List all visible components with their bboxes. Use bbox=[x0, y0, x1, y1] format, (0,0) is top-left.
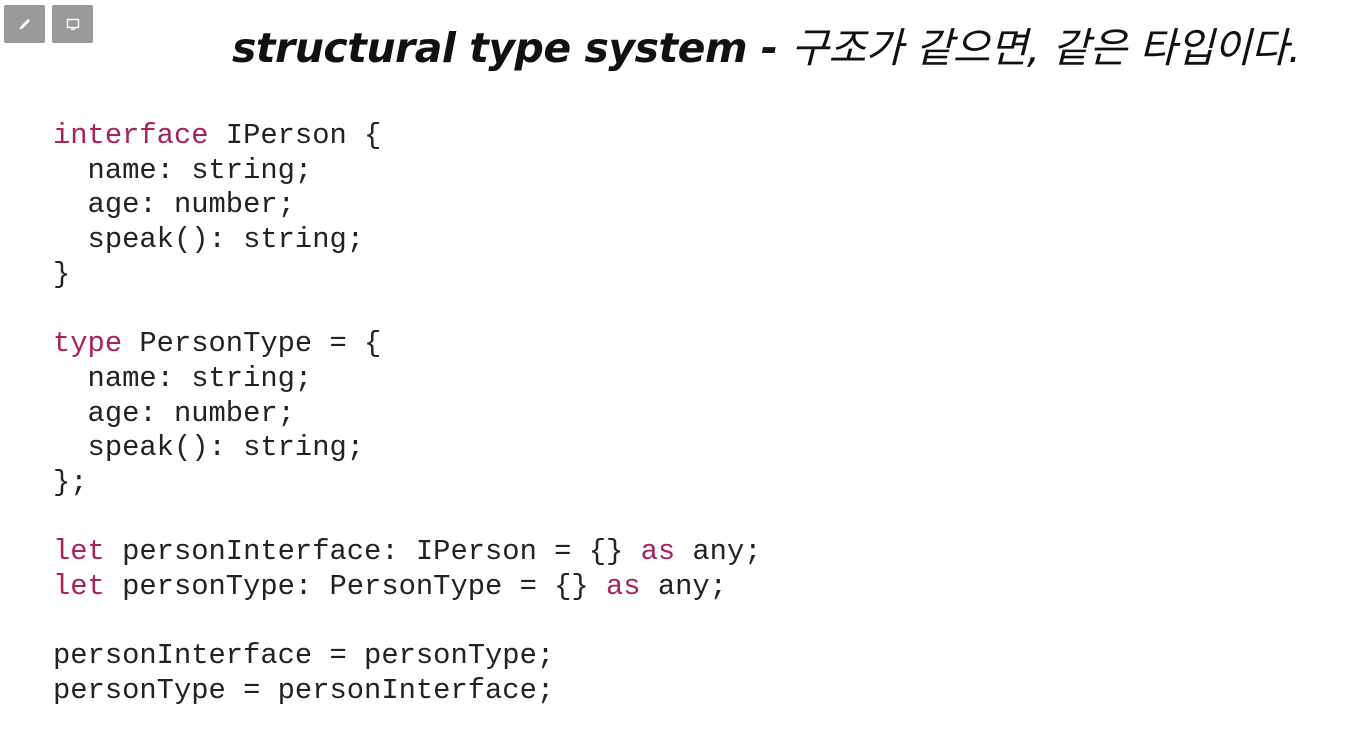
slide-title-english: structural type system - bbox=[232, 24, 792, 72]
screen-view-button[interactable] bbox=[52, 5, 93, 43]
code-line: type PersonType = { bbox=[53, 327, 762, 362]
code-line: let personType: PersonType = {} as any; bbox=[53, 570, 762, 605]
slide-title: structural type system - 구조가 같으면, 같은 타입이… bbox=[232, 18, 1357, 78]
presentation-toolbar bbox=[4, 5, 93, 43]
code-text: IPerson { bbox=[208, 119, 382, 152]
code-line: } bbox=[53, 258, 762, 293]
code-keyword: let bbox=[53, 535, 105, 569]
code-text: personInterface = personType; bbox=[53, 639, 555, 673]
code-keyword: interface bbox=[53, 119, 209, 152]
code-text: name: string; bbox=[53, 361, 313, 395]
slide-title-korean: 구조가 같으면, 같은 타입이다. bbox=[791, 24, 1301, 72]
code-text: speak(): string; bbox=[53, 223, 365, 257]
code-text: personInterface: IPerson = {} bbox=[104, 535, 641, 569]
code-text: personType = personInterface; bbox=[53, 674, 555, 707]
code-line: }; bbox=[53, 466, 762, 501]
code-line: name: string; bbox=[53, 362, 762, 397]
code-line: speak(): string; bbox=[53, 431, 762, 466]
code-line: age: number; bbox=[53, 188, 762, 223]
code-keyword: let bbox=[53, 569, 105, 603]
screen-icon bbox=[65, 16, 81, 32]
code-line: speak(): string; bbox=[53, 223, 762, 258]
code-line: name: string; bbox=[53, 154, 762, 189]
code-text: PersonType = { bbox=[122, 327, 382, 361]
code-text: }; bbox=[53, 465, 88, 499]
code-text: age: number; bbox=[53, 188, 295, 222]
code-text: age: number; bbox=[53, 396, 295, 430]
code-line: age: number; bbox=[53, 397, 762, 432]
pen-icon bbox=[17, 16, 33, 32]
code-text: personType: PersonType = {} bbox=[104, 569, 606, 603]
code-keyword: as bbox=[640, 535, 676, 569]
code-line: interface IPerson { bbox=[53, 119, 762, 154]
code-text: } bbox=[53, 257, 71, 291]
code-text: any; bbox=[640, 569, 727, 603]
code-block: interface IPerson { name: string; age: n… bbox=[53, 119, 762, 709]
code-line: personType = personInterface; bbox=[53, 674, 762, 709]
code-line: personInterface = personType; bbox=[53, 639, 762, 674]
code-text: name: string; bbox=[53, 153, 313, 187]
pen-tool-button[interactable] bbox=[4, 5, 45, 43]
code-text: speak(): string; bbox=[53, 431, 365, 465]
code-keyword: as bbox=[606, 569, 641, 603]
code-keyword: type bbox=[53, 327, 123, 361]
code-text: any; bbox=[675, 535, 762, 569]
code-line: let personInterface: IPerson = {} as any… bbox=[53, 535, 762, 570]
